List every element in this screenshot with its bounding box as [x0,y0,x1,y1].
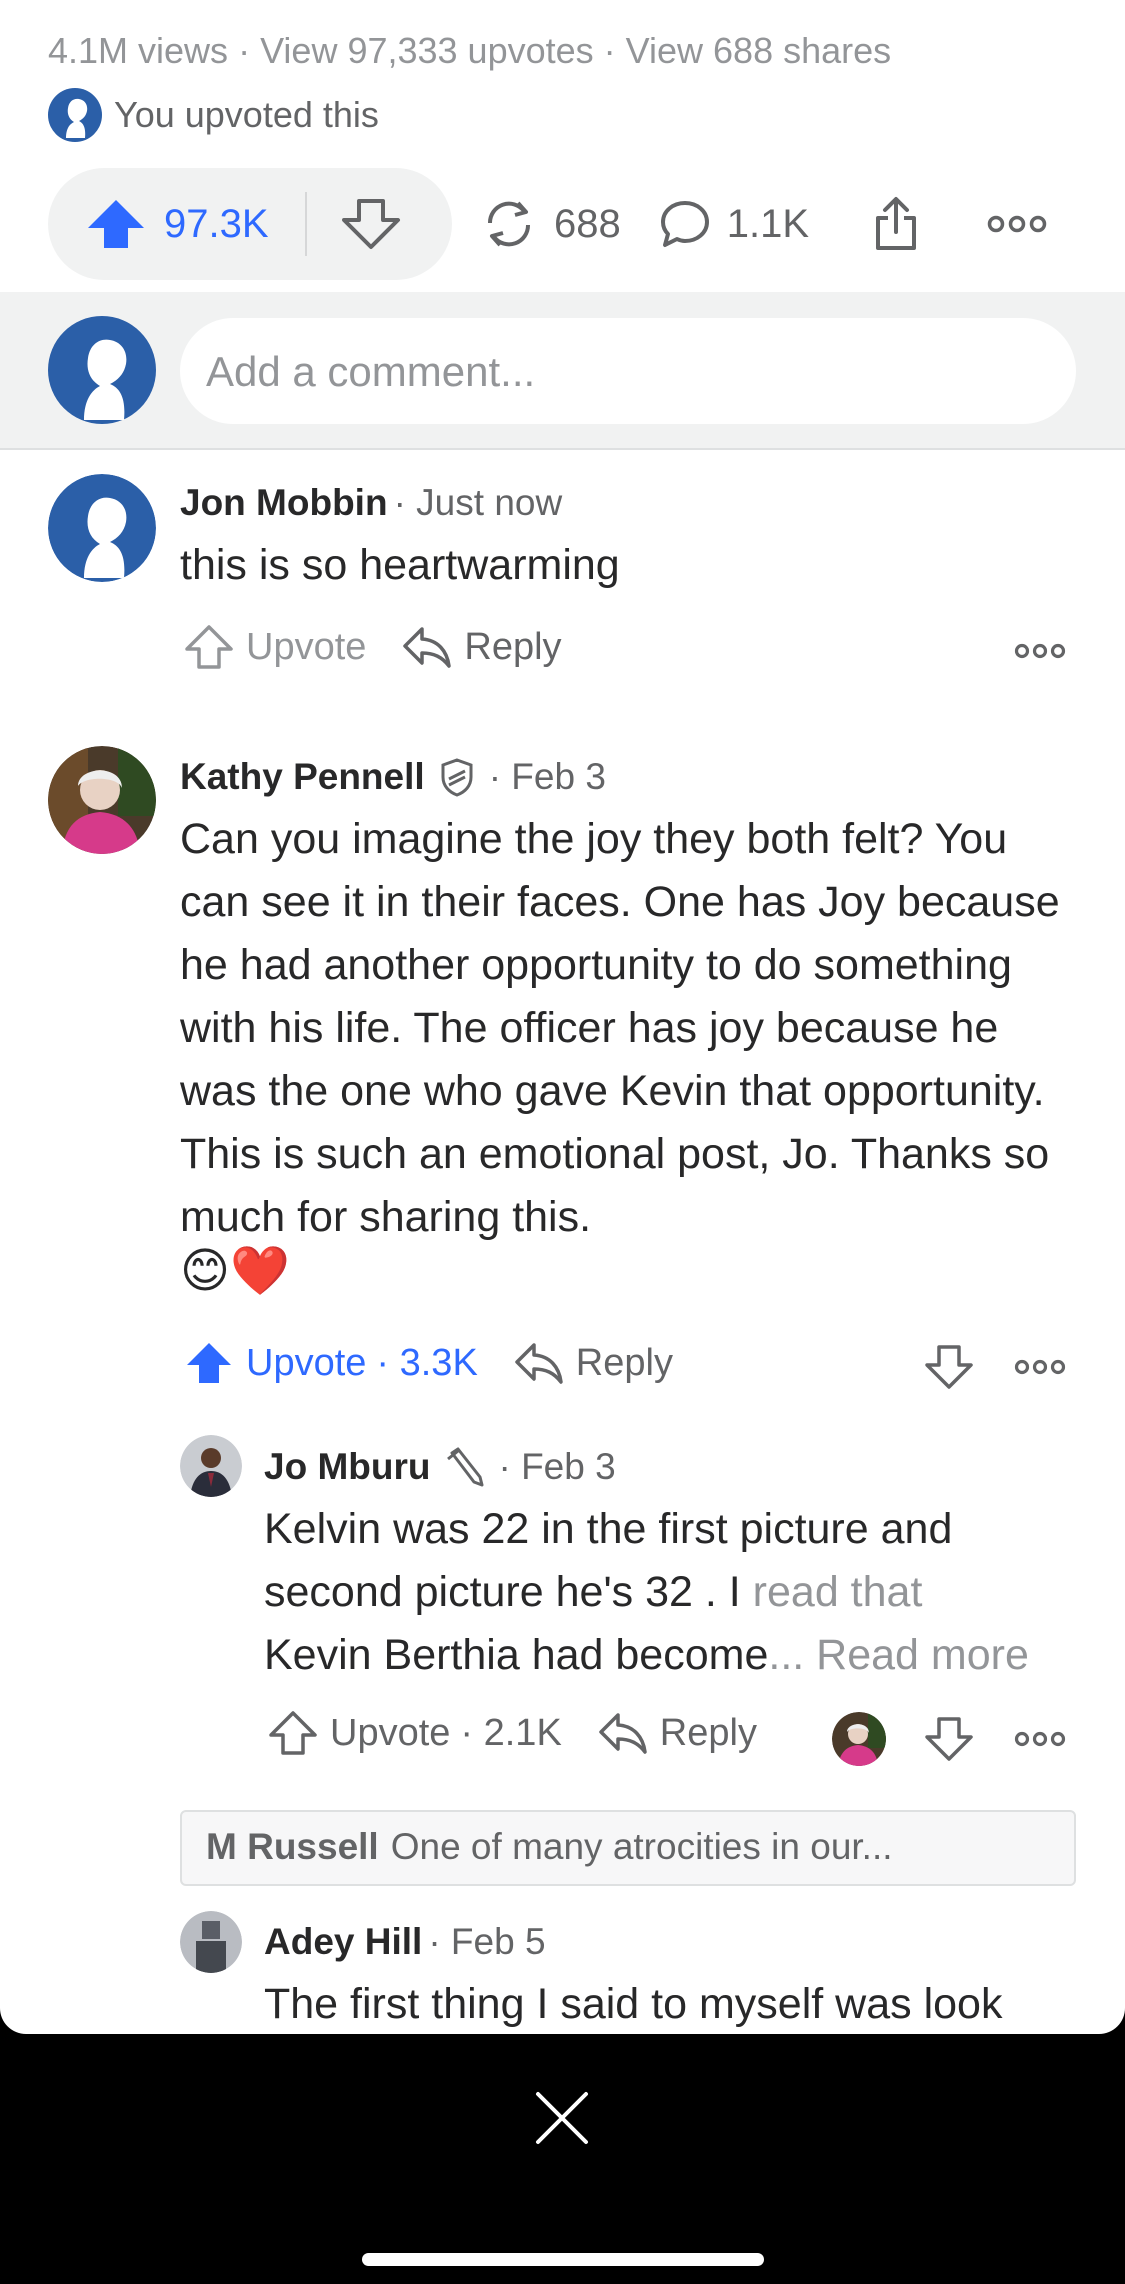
reply-arrow-icon [515,1343,563,1384]
more-options-icon[interactable] [1014,1358,1066,1376]
author-name[interactable]: Kathy Pennell [180,756,425,798]
upvote-filled-icon [88,200,144,248]
quote-text: One of many atrocities in our... [390,1826,893,1867]
more-options-icon[interactable] [1014,1730,1066,1748]
comment-header: Adey Hill · Feb 5 [264,1921,546,1963]
comment-header: Jon Mobbin · Just now [180,482,562,524]
avatar[interactable] [48,746,156,854]
comment-header: Kathy Pennell · Feb 3 [180,756,606,798]
view-upvotes-link[interactable]: View 97,333 upvotes [260,30,594,71]
downvote-icon[interactable] [924,1716,974,1762]
upvote-filled-icon [187,1343,231,1383]
comment-input[interactable]: Add a comment... [180,318,1076,424]
post-stats: 4.1M views · View 97,333 upvotes · View 688 … [48,30,891,72]
more-options-icon[interactable] [1014,642,1066,660]
comment-actions: Upvote · 2.1K Reply [268,1710,757,1756]
divider [304,192,307,256]
post-action-bar: 97.3K 688 1.1K [48,168,1085,280]
timestamp: · Just now [393,482,563,523]
upvoter-avatar[interactable] [832,1712,886,1766]
comment-count: 1.1K [726,201,810,246]
reply-arrow-icon [403,627,452,668]
comment-bubble-icon [660,201,709,247]
separator: · [603,30,616,71]
reply-label: Reply [575,1341,673,1384]
share-out-icon[interactable] [873,196,919,252]
body-text-faded: read that [752,1568,923,1616]
upvote-count: · 3.3K [376,1341,478,1384]
timestamp: · Feb 3 [488,756,606,797]
reply-button[interactable]: Reply [402,625,562,669]
comment-body: Kelvin was 22 in the first picture and s… [264,1498,1084,1687]
avatar[interactable] [48,474,156,582]
upvote-count: 97.3K [164,201,269,246]
user-avatar-icon [48,88,102,142]
reply-button[interactable]: Reply [598,1711,757,1755]
emoji-line: 😊❤️ [180,1245,290,1298]
reply-button[interactable]: Reply [514,1341,673,1385]
reshare-icon [487,201,531,247]
author-name[interactable]: Jon Mobbin [180,482,388,524]
body-line: second picture he's 32 . I read that [264,1561,1084,1624]
timestamp: · Feb 5 [428,1921,546,1962]
comment-body: this is so heartwarming [180,541,620,589]
comment-actions: Upvote Reply [184,624,562,670]
pencil-icon [447,1447,484,1487]
upvote-count: · 2.1K [460,1711,562,1754]
home-indicator[interactable] [362,2253,764,2266]
author-name[interactable]: Jo Mburu [264,1446,430,1488]
reply-label: Reply [464,625,562,668]
reply-arrow-icon [599,1713,647,1754]
body-line: Kevin Berthia had become... Read more [264,1624,1084,1687]
author-name[interactable]: Adey Hill [264,1921,422,1963]
body-line: Kelvin was 22 in the first picture and [264,1505,953,1553]
views-count: 4.1M views [48,30,229,71]
user-avatar-icon [48,316,156,424]
read-more-link[interactable]: Read more [816,1631,1029,1679]
separator: · [238,30,251,71]
share-button[interactable]: 688 [480,197,621,251]
close-icon[interactable] [532,2088,592,2148]
body-text: Kevin Berthia had become [264,1631,769,1679]
collapsed-comment-preview[interactable]: M Russell One of many atrocities in our..… [180,1810,1076,1886]
upvote-button[interactable]: Upvote · 2.1K [268,1710,562,1756]
upvote-label: Upvote [246,1341,367,1384]
downvote-icon[interactable] [341,198,401,250]
upvote-label: Upvote [330,1711,451,1754]
upvote-icon [185,625,233,669]
vote-pill: 97.3K [48,168,452,280]
upvote-button[interactable]: 97.3K [86,198,269,250]
view-shares-link[interactable]: View 688 shares [626,30,892,71]
body-text: second picture he's 32 . I [264,1568,741,1616]
content-sheet: 4.1M views · View 97,333 upvotes · View 688 … [0,0,1125,2034]
more-options-icon[interactable] [987,214,1047,234]
comment-header: Jo Mburu · Feb 3 [264,1446,616,1488]
avatar[interactable] [180,1435,242,1497]
timestamp: · Feb 3 [498,1446,616,1487]
upvote-icon [269,1711,317,1755]
comments-button[interactable]: 1.1K [659,199,809,249]
downvote-icon[interactable] [924,1344,974,1390]
comment-body: The first thing I said to myself was loo… [264,1980,1003,2028]
upvote-button[interactable]: Upvote [184,624,366,670]
body-text-faded: ... [768,1631,805,1679]
quote-author: M Russell [206,1826,379,1867]
avatar[interactable] [180,1911,242,1973]
comment-actions: Upvote · 3.3K Reply [184,1340,673,1386]
share-count: 688 [554,201,621,246]
verified-shield-icon [441,758,473,797]
add-comment-bar: Add a comment... [0,292,1125,450]
upvote-label: Upvote [246,625,367,668]
upvote-button[interactable]: Upvote · 3.3K [184,1340,478,1386]
you-upvoted-label: You upvoted this [114,94,379,135]
reply-label: Reply [659,1711,757,1754]
you-upvoted-row: You upvoted this [48,88,379,142]
comment-body: Can you imagine the joy they both felt? … [180,815,1060,1241]
